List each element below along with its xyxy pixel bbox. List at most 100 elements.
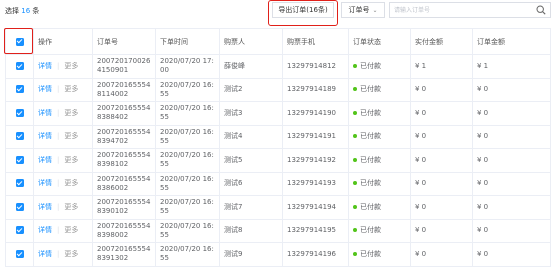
order-no-line2: 8398102 bbox=[97, 160, 129, 169]
action-divider: | bbox=[57, 85, 60, 94]
row-checkbox-cell bbox=[5, 171, 34, 196]
status-dot-icon bbox=[353, 87, 357, 92]
more-link[interactable]: 更多 bbox=[64, 109, 78, 117]
row-checkbox[interactable] bbox=[15, 249, 24, 258]
more-link[interactable]: 更多 bbox=[64, 132, 78, 140]
more-link[interactable]: 更多 bbox=[64, 85, 78, 93]
detail-link[interactable]: 详情 bbox=[38, 156, 52, 164]
status-cell: 已付款 bbox=[348, 218, 411, 243]
order-time-line2: 55 bbox=[160, 136, 169, 145]
more-link[interactable]: 更多 bbox=[64, 179, 78, 187]
detail-link[interactable]: 详情 bbox=[38, 132, 52, 140]
column-header-status: 订单状态 bbox=[348, 28, 411, 55]
buyer-cell: 测试3 bbox=[219, 101, 283, 126]
row-checkbox[interactable] bbox=[15, 132, 24, 141]
order-amount-cell: ¥ 0 bbox=[472, 171, 551, 196]
order-time-line2: 55 bbox=[160, 254, 169, 263]
detail-link[interactable]: 详情 bbox=[38, 85, 52, 93]
order-no-line1: 200720165554 bbox=[97, 221, 151, 230]
order-amount-cell: ¥ 0 bbox=[472, 195, 551, 220]
status-dot-icon bbox=[353, 134, 357, 139]
order-time-line1: 2020/07/20 16: bbox=[160, 80, 214, 89]
buyer-cell: 测试9 bbox=[219, 242, 283, 267]
detail-link[interactable]: 详情 bbox=[38, 226, 52, 234]
more-link[interactable]: 更多 bbox=[64, 156, 78, 164]
search-input[interactable] bbox=[394, 5, 534, 15]
order-time-line2: 55 bbox=[160, 183, 169, 192]
order-field-dropdown[interactable]: 订单号 ⌄ bbox=[341, 2, 385, 18]
chevron-down-icon: ⌄ bbox=[372, 6, 378, 14]
search-icon[interactable] bbox=[536, 5, 546, 15]
export-orders-button[interactable]: 导出订单(16条) bbox=[272, 2, 334, 18]
order-no-line2: 8114002 bbox=[97, 89, 129, 98]
select-all-checkbox[interactable] bbox=[15, 37, 24, 46]
status-dot-icon bbox=[353, 157, 357, 162]
detail-link[interactable]: 详情 bbox=[38, 250, 52, 258]
column-header-paid: 实付金额 bbox=[410, 28, 473, 55]
row-checkbox-cell bbox=[5, 148, 34, 173]
detail-link[interactable]: 详情 bbox=[38, 179, 52, 187]
row-checkbox[interactable] bbox=[15, 155, 24, 164]
more-link[interactable]: 更多 bbox=[64, 226, 78, 234]
status-text: 已付款 bbox=[360, 132, 381, 141]
row-checkbox[interactable] bbox=[15, 61, 24, 70]
table-row: 详情 | 更多 200720165554 8390102 2020/07/20 16: 55… bbox=[5, 195, 551, 220]
order-no-line1: 200720165554 bbox=[97, 174, 151, 183]
row-checkbox[interactable] bbox=[15, 202, 24, 211]
row-actions: 详情 | 更多 bbox=[33, 124, 93, 149]
order-time-line2: 55 bbox=[160, 113, 169, 122]
order-time-line2: 55 bbox=[160, 230, 169, 239]
table-row: 详情 | 更多 200720170026 4150901 2020/07/20 17: 00… bbox=[5, 54, 551, 79]
order-no-line1: 200720165554 bbox=[97, 127, 151, 136]
status-cell: 已付款 bbox=[348, 171, 411, 196]
order-time-cell: 2020/07/20 16: 55 bbox=[155, 77, 220, 102]
phone-cell: 13297914812 bbox=[282, 54, 349, 79]
order-no-line2: 8388402 bbox=[97, 113, 129, 122]
order-no-cell: 200720165554 8391302 bbox=[92, 242, 156, 267]
table-row: 详情 | 更多 200720165554 8394702 2020/07/20 16: 55… bbox=[5, 124, 551, 149]
status-dot-icon bbox=[353, 204, 357, 209]
paid-amount-cell: ¥ 0 bbox=[410, 218, 473, 243]
order-no-line2: 4150901 bbox=[97, 66, 129, 75]
paid-amount-cell: ¥ 0 bbox=[410, 148, 473, 173]
order-time-cell: 2020/07/20 16: 55 bbox=[155, 171, 220, 196]
order-no-cell: 200720165554 8390102 bbox=[92, 195, 156, 220]
order-time-line1: 2020/07/20 16: bbox=[160, 245, 214, 254]
row-checkbox[interactable] bbox=[15, 179, 24, 188]
order-time-line1: 2020/07/20 16: bbox=[160, 104, 214, 113]
detail-link[interactable]: 详情 bbox=[38, 203, 52, 211]
order-amount-cell: ¥ 1 bbox=[472, 54, 551, 79]
order-time-line1: 2020/07/20 16: bbox=[160, 198, 214, 207]
table-header-row: 操作 订单号 下单时间 购票人 购票手机 订单状态 实付金额 订单金额 bbox=[5, 28, 551, 55]
row-checkbox[interactable] bbox=[15, 85, 24, 94]
order-no-line1: 200720165554 bbox=[97, 80, 151, 89]
row-actions: 详情 | 更多 bbox=[33, 242, 93, 267]
more-link[interactable]: 更多 bbox=[64, 250, 78, 258]
order-no-cell: 200720165554 8394702 bbox=[92, 124, 156, 149]
row-actions: 详情 | 更多 bbox=[33, 77, 93, 102]
row-checkbox[interactable] bbox=[15, 108, 24, 117]
buyer-cell: 测试2 bbox=[219, 77, 283, 102]
status-cell: 已付款 bbox=[348, 148, 411, 173]
more-link[interactable]: 更多 bbox=[64, 203, 78, 211]
selection-summary: 选择 16 条 bbox=[5, 6, 39, 16]
row-checkbox[interactable] bbox=[15, 226, 24, 235]
detail-link[interactable]: 详情 bbox=[38, 62, 52, 70]
status-text: 已付款 bbox=[360, 155, 381, 164]
row-actions: 详情 | 更多 bbox=[33, 195, 93, 220]
row-checkbox-cell bbox=[5, 242, 34, 267]
detail-link[interactable]: 详情 bbox=[38, 109, 52, 117]
selection-suffix: 条 bbox=[32, 7, 40, 15]
column-header-buyer: 购票人 bbox=[219, 28, 283, 55]
status-text: 已付款 bbox=[360, 61, 381, 70]
orders-table: 操作 订单号 下单时间 购票人 购票手机 订单状态 实付金额 订单金额 详情 | 更… bbox=[5, 28, 551, 267]
order-time-cell: 2020/07/20 16: 55 bbox=[155, 101, 220, 126]
more-link[interactable]: 更多 bbox=[64, 62, 78, 70]
table-row: 详情 | 更多 200720165554 8388402 2020/07/20 16: 55… bbox=[5, 101, 551, 126]
status-text: 已付款 bbox=[360, 85, 381, 94]
order-no-line1: 200720165554 bbox=[97, 104, 151, 113]
row-checkbox-cell bbox=[5, 195, 34, 220]
order-no-line1: 200720165554 bbox=[97, 151, 151, 160]
order-time-cell: 2020/07/20 17: 00 bbox=[155, 54, 220, 79]
column-header-order-no: 订单号 bbox=[92, 28, 156, 55]
